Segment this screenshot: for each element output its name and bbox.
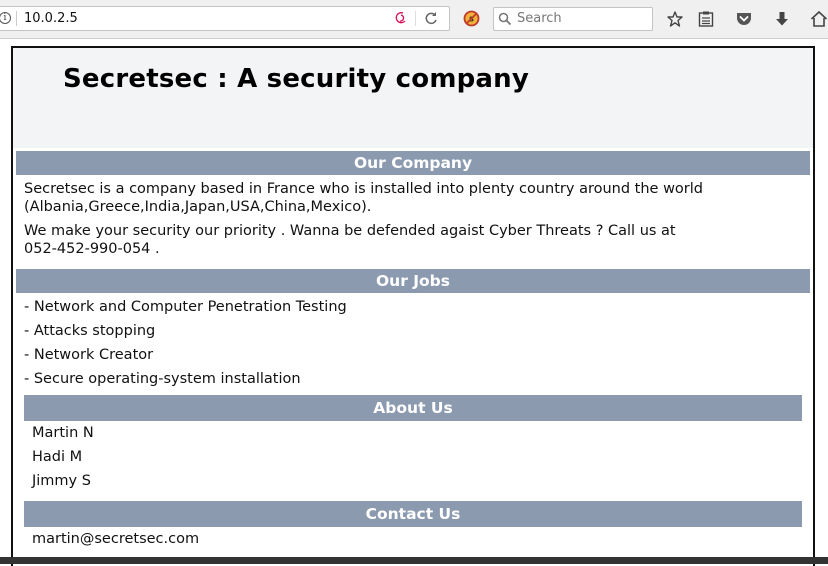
search-placeholder: Search (517, 11, 562, 26)
team-member: Hadi M (32, 449, 83, 465)
url-divider (415, 11, 416, 26)
job-item: - Network and Computer Penetration Testi… (24, 299, 347, 315)
home-icon[interactable] (810, 10, 828, 28)
section-header-our-company: Our Company (16, 151, 810, 175)
page-title: Secretsec : A security company (63, 64, 530, 94)
page-frame: Secretsec : A security company Our Compa… (11, 46, 815, 566)
job-item: - Secure operating-system installation (24, 371, 301, 387)
pocket-icon[interactable] (735, 10, 753, 28)
company-paragraph-1-line-2: (Albania,Greece,India,Japan,USA,China,Me… (24, 199, 372, 215)
url-separator (16, 11, 17, 26)
section-header-about-us: About Us (24, 395, 802, 421)
search-icon (498, 12, 512, 26)
window-bottom-edge (0, 557, 828, 564)
url-text[interactable]: 10.0.2.5 (24, 11, 78, 26)
noscript-icon[interactable]: S (463, 10, 480, 27)
info-icon[interactable]: i (0, 12, 11, 24)
reload-icon[interactable] (423, 10, 439, 26)
browser-toolbar: i 10.0.2.5 S Search (0, 0, 828, 39)
job-item: - Network Creator (24, 347, 154, 363)
section-header-contact-us: Contact Us (24, 501, 802, 527)
job-item: - Attacks stopping (24, 323, 156, 339)
reading-list-icon[interactable] (697, 10, 715, 28)
debian-icon (395, 12, 406, 24)
search-box[interactable]: Search (493, 7, 653, 31)
bookmark-star-icon[interactable] (666, 10, 684, 28)
company-paragraph-2-line-1: We make your security our priority . Wan… (24, 223, 676, 239)
section-header-our-jobs: Our Jobs (16, 269, 810, 293)
company-paragraph-2-line-2: 052-452-990-054 . (24, 241, 160, 257)
header-band: Secretsec : A security company (13, 48, 813, 148)
company-paragraph-1-line-1: Secretsec is a company based in France w… (24, 181, 704, 197)
team-member: Martin N (32, 425, 94, 441)
url-bar[interactable]: i 10.0.2.5 (0, 6, 450, 31)
contact-email[interactable]: martin@secretsec.com (32, 530, 199, 548)
download-icon[interactable] (773, 10, 791, 28)
team-member: Jimmy S (32, 473, 91, 489)
